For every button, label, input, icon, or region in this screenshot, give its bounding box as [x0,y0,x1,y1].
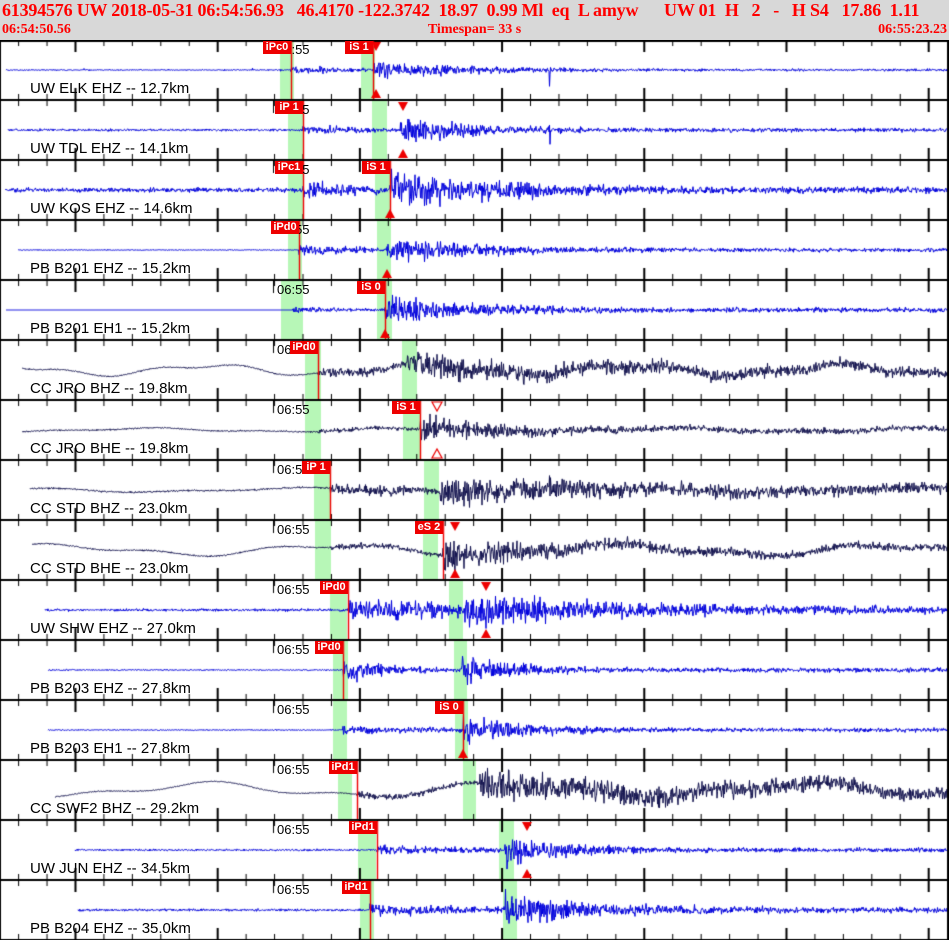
pick-flag-is0[interactable]: iS 0 [435,701,463,714]
pick-flag-is1[interactable]: iS 1 [345,41,373,54]
station-label: CC JRO BHE -- 19.8km [30,440,189,457]
minute-label: 06:55 [277,522,310,537]
trace-row-cc-jro[interactable]: 06:55 CC JRO BHE -- 19.8km iS 1 [0,400,949,460]
trace-row-uw-kos[interactable]: 06:55UW KOS EHZ -- 14.6kmiPc1iS 1 [0,160,949,220]
minute-label: 06:55 [277,822,310,837]
station-label: UW ELK EHZ -- 12.7km [30,80,190,97]
station-label: CC STD BHZ -- 23.0km [30,500,188,517]
station-label: UW KOS EHZ -- 14.6km [30,200,193,217]
pick-flag-ipd1[interactable]: iPd1 [342,881,370,894]
trace-row-cc-std[interactable]: 06:55 CC STD BHE -- 23.0km eS 2 [0,520,949,580]
minute-label: 06:55 [277,642,310,657]
minute-label: 06:55 [277,882,310,897]
trace-row-uw-elk[interactable]: 06:55 UW ELK EHZ -- 12.7km iPc0 iS 1 [0,40,949,100]
minute-label: 06:55 [277,702,310,717]
event-summary-line: 61394576 UW 2018-05-31 06:54:56.93 46.41… [2,0,920,20]
station-label: PB B203 EH1 -- 27.8km [30,740,191,757]
pick-flag-ipd0[interactable]: iPd0 [290,341,318,354]
pick-flag-is1[interactable]: iS 1 [392,401,420,414]
event-header: 61394576 UW 2018-05-31 06:54:56.93 46.41… [0,0,949,40]
trace-row-uw-shw[interactable]: 06:55 UW SHW EHZ -- 27.0km iPd0 [0,580,949,640]
seismogram-viewer: 61394576 UW 2018-05-31 06:54:56.93 46.41… [0,0,949,940]
window-end-time: 06:55:23.23 [878,22,947,37]
pick-flag-ipc1[interactable]: iPc1 [275,161,303,174]
trace-row-cc-jro[interactable]: 06:55CC JRO BHZ -- 19.8kmiPd0 [0,340,949,400]
station-label: PB B204 EHZ -- 35.0km [30,920,191,937]
station-label: CC JRO BHZ -- 19.8km [30,380,188,397]
trace-row-pb-b203[interactable]: 06:55 PB B203 EH1 -- 27.8km iS 0 [0,700,949,760]
station-label: PB B201 EHZ -- 15.2km [30,260,191,277]
trace-row-pb-b204[interactable]: 06:55 PB B204 EHZ -- 35.0km iPd1 [0,880,949,940]
station-label: UW TDL EHZ -- 14.1km [30,140,189,157]
station-label: PB B203 EHZ -- 27.8km [30,680,191,697]
station-label: CC STD BHE -- 23.0km [30,560,189,577]
trace-row-uw-tdl[interactable]: 06:55UW TDL EHZ -- 14.1kmiP 1 [0,100,949,160]
pick-flag-ipd0[interactable]: iPd0 [271,221,299,234]
pick-flag-is1[interactable]: iS 1 [362,161,390,174]
trace-row-uw-jun[interactable]: 06:55 UW JUN EHZ -- 34.5km iPd1 [0,820,949,880]
station-label: UW SHW EHZ -- 27.0km [30,620,196,637]
minute-label: 06:55 [277,582,310,597]
pick-flag-is0[interactable]: iS 0 [357,281,385,294]
pick-flag-ipd1[interactable]: iPd1 [349,821,377,834]
pick-flag-ip1[interactable]: iP 1 [302,461,330,474]
minute-label: 06:55 [277,402,310,417]
station-label: UW JUN EHZ -- 34.5km [30,860,191,877]
pick-flag-es2[interactable]: eS 2 [415,521,443,534]
pick-flag-ip1[interactable]: iP 1 [275,101,303,114]
trace-row-pb-b201[interactable]: 06:55PB B201 EHZ -- 15.2kmiPd0 [0,220,949,280]
timespan-label: Timespan= 33 s [427,22,522,37]
station-label: PB B201 EH1 -- 15.2km [30,320,191,337]
minute-label: 06:55 [277,282,310,297]
pick-flag-ipd0[interactable]: iPd0 [315,641,343,654]
pick-flag-ipd1[interactable]: iPd1 [329,761,357,774]
station-label: CC SWF2 BHZ -- 29.2km [30,800,200,817]
pick-flag-ipc0[interactable]: iPc0 [263,41,291,54]
minute-label: 06:55 [277,762,310,777]
trace-row-pb-b201[interactable]: 06:55 PB B201 EH1 -- 15.2km iS 0 [0,280,949,340]
pick-flag-ipd0[interactable]: iPd0 [320,581,348,594]
trace-row-cc-swf2[interactable]: 06:55 CC SWF2 BHZ -- 29.2km iPd1 [0,760,949,820]
trace-row-cc-std[interactable]: 06:55 CC STD BHZ -- 23.0km iP 1 [0,460,949,520]
trace-row-pb-b203[interactable]: 06:55 PB B203 EHZ -- 27.8km iPd0 [0,640,949,700]
